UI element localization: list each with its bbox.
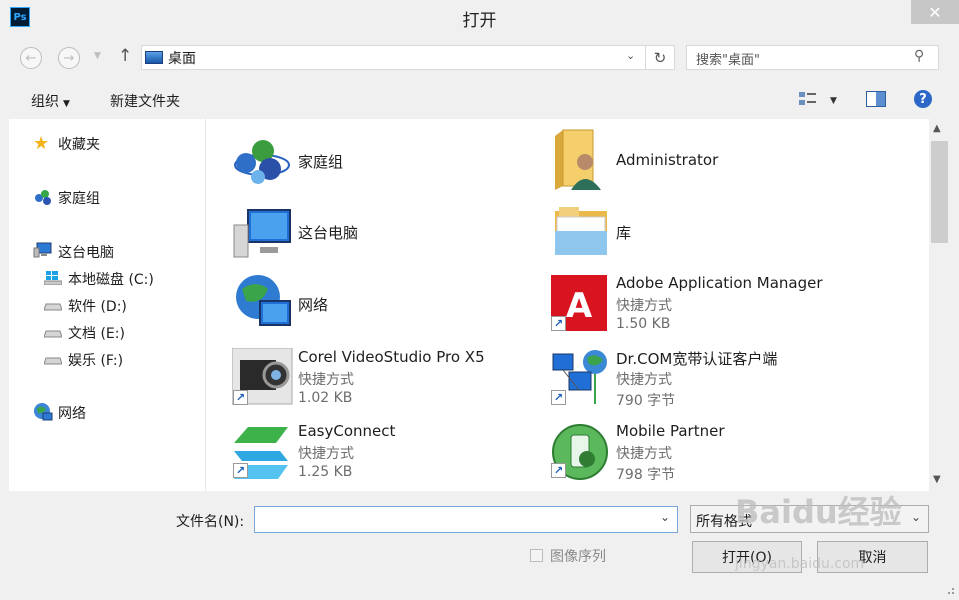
- chevron-down-icon[interactable]: ⌄: [660, 510, 670, 524]
- item-size: 798 字节: [616, 467, 676, 483]
- item-size: 1.25 KB: [298, 464, 353, 480]
- item-name[interactable]: Adobe Application Manager: [616, 274, 823, 292]
- item-size: 790 字节: [616, 393, 676, 409]
- sidebar-item-network[interactable]: 网络: [58, 403, 86, 423]
- network-icon[interactable]: [232, 273, 294, 335]
- homegroup-icon[interactable]: [232, 135, 292, 190]
- item-type: 快捷方式: [616, 446, 672, 462]
- item-name[interactable]: EasyConnect: [298, 422, 395, 440]
- window-title: 打开: [462, 11, 497, 31]
- sidebar-item-drive-e[interactable]: 文档 (E:): [68, 323, 125, 343]
- shortcut-arrow-icon: ↗: [551, 316, 566, 331]
- help-icon[interactable]: ?: [914, 90, 932, 108]
- shortcut-arrow-icon: ↗: [551, 463, 566, 478]
- sidebar-item-homegroup[interactable]: 家庭组: [58, 188, 100, 208]
- chevron-down-icon[interactable]: ⌄: [626, 49, 635, 62]
- item-name[interactable]: 库: [616, 222, 631, 243]
- close-button[interactable]: ✕: [911, 0, 959, 24]
- user-folder-icon[interactable]: [553, 128, 609, 192]
- search-input[interactable]: 搜索"桌面": [696, 49, 760, 68]
- watermark-url: jingyan.baidu.com: [735, 556, 865, 572]
- item-name[interactable]: 网络: [298, 294, 328, 315]
- chevron-down-icon: ▼: [63, 99, 70, 109]
- shortcut-arrow-icon: ↗: [233, 463, 248, 478]
- chevron-down-icon: ⌄: [911, 510, 922, 524]
- scrollbar-thumb[interactable]: [931, 141, 948, 243]
- resize-grip-icon[interactable]: [944, 584, 956, 596]
- drive-icon: [43, 300, 63, 311]
- sidebar-item-drive-f[interactable]: 娱乐 (F:): [68, 350, 123, 370]
- scroll-down-icon[interactable]: ▼: [933, 474, 941, 485]
- image-sequence-label: 图像序列: [550, 549, 606, 565]
- item-type: 快捷方式: [616, 372, 672, 388]
- arrow-right-icon: →: [63, 50, 75, 66]
- windows-drive-icon: [43, 271, 63, 286]
- computer-icon[interactable]: [232, 207, 294, 259]
- back-button[interactable]: ←: [20, 47, 42, 69]
- organize-label: 组织: [31, 94, 59, 110]
- sidebar-item-this-pc[interactable]: 这台电脑: [58, 242, 114, 262]
- sidebar-item-drive-c[interactable]: 本地磁盘 (C:): [68, 269, 154, 289]
- desktop-icon: [145, 51, 163, 64]
- shortcut-arrow-icon: ↗: [551, 390, 566, 405]
- recent-locations-chevron-icon[interactable]: ▼: [94, 51, 101, 61]
- view-dropdown-chevron-icon[interactable]: ▼: [830, 96, 837, 106]
- drive-icon: [43, 354, 63, 365]
- forward-button[interactable]: →: [58, 47, 80, 69]
- new-folder-button[interactable]: 新建文件夹: [110, 91, 180, 111]
- view-options-icon[interactable]: [798, 90, 818, 108]
- item-name[interactable]: Mobile Partner: [616, 422, 725, 440]
- address-bar[interactable]: 桌面 ⌄: [141, 45, 675, 70]
- refresh-button[interactable]: ↻: [645, 45, 675, 70]
- item-size: 1.02 KB: [298, 390, 353, 406]
- computer-icon: [33, 242, 53, 258]
- organize-menu-button[interactable]: 组织 ▼: [31, 91, 70, 111]
- image-sequence-checkbox[interactable]: [530, 549, 543, 562]
- item-name[interactable]: Corel VideoStudio Pro X5: [298, 348, 485, 366]
- item-name[interactable]: 这台电脑: [298, 222, 358, 243]
- item-size: 1.50 KB: [616, 316, 671, 332]
- arrow-up-icon: ↑: [118, 46, 133, 66]
- arrow-left-icon: ←: [25, 50, 37, 66]
- filename-label: 文件名(N):: [176, 514, 245, 530]
- item-type: 快捷方式: [298, 372, 354, 388]
- search-box[interactable]: 搜索"桌面" ⚲: [686, 45, 939, 70]
- refresh-icon: ↻: [653, 48, 667, 67]
- item-name[interactable]: Administrator: [616, 151, 718, 169]
- item-type: 快捷方式: [298, 446, 354, 462]
- svg-text:A: A: [566, 286, 593, 326]
- sidebar-item-favorites[interactable]: 收藏夹: [58, 134, 100, 154]
- drive-icon: [43, 327, 63, 338]
- preview-pane-icon[interactable]: [866, 91, 886, 107]
- homegroup-icon: [33, 188, 53, 206]
- watermark-logo: Baidu经验: [735, 493, 902, 531]
- library-icon[interactable]: [553, 205, 609, 259]
- star-icon: ★: [33, 133, 50, 154]
- search-icon[interactable]: ⚲: [914, 48, 924, 64]
- scroll-up-icon[interactable]: ▲: [933, 123, 941, 134]
- item-type: 快捷方式: [616, 298, 672, 314]
- shortcut-arrow-icon: ↗: [233, 390, 248, 405]
- item-name[interactable]: 家庭组: [298, 151, 343, 172]
- address-text: 桌面: [168, 51, 196, 67]
- network-icon: [33, 402, 53, 422]
- sidebar-item-drive-d[interactable]: 软件 (D:): [68, 296, 127, 316]
- up-button[interactable]: ↑: [118, 46, 132, 66]
- item-name[interactable]: Dr.COM宽带认证客户端: [616, 348, 777, 369]
- filename-input[interactable]: ⌄: [254, 506, 678, 533]
